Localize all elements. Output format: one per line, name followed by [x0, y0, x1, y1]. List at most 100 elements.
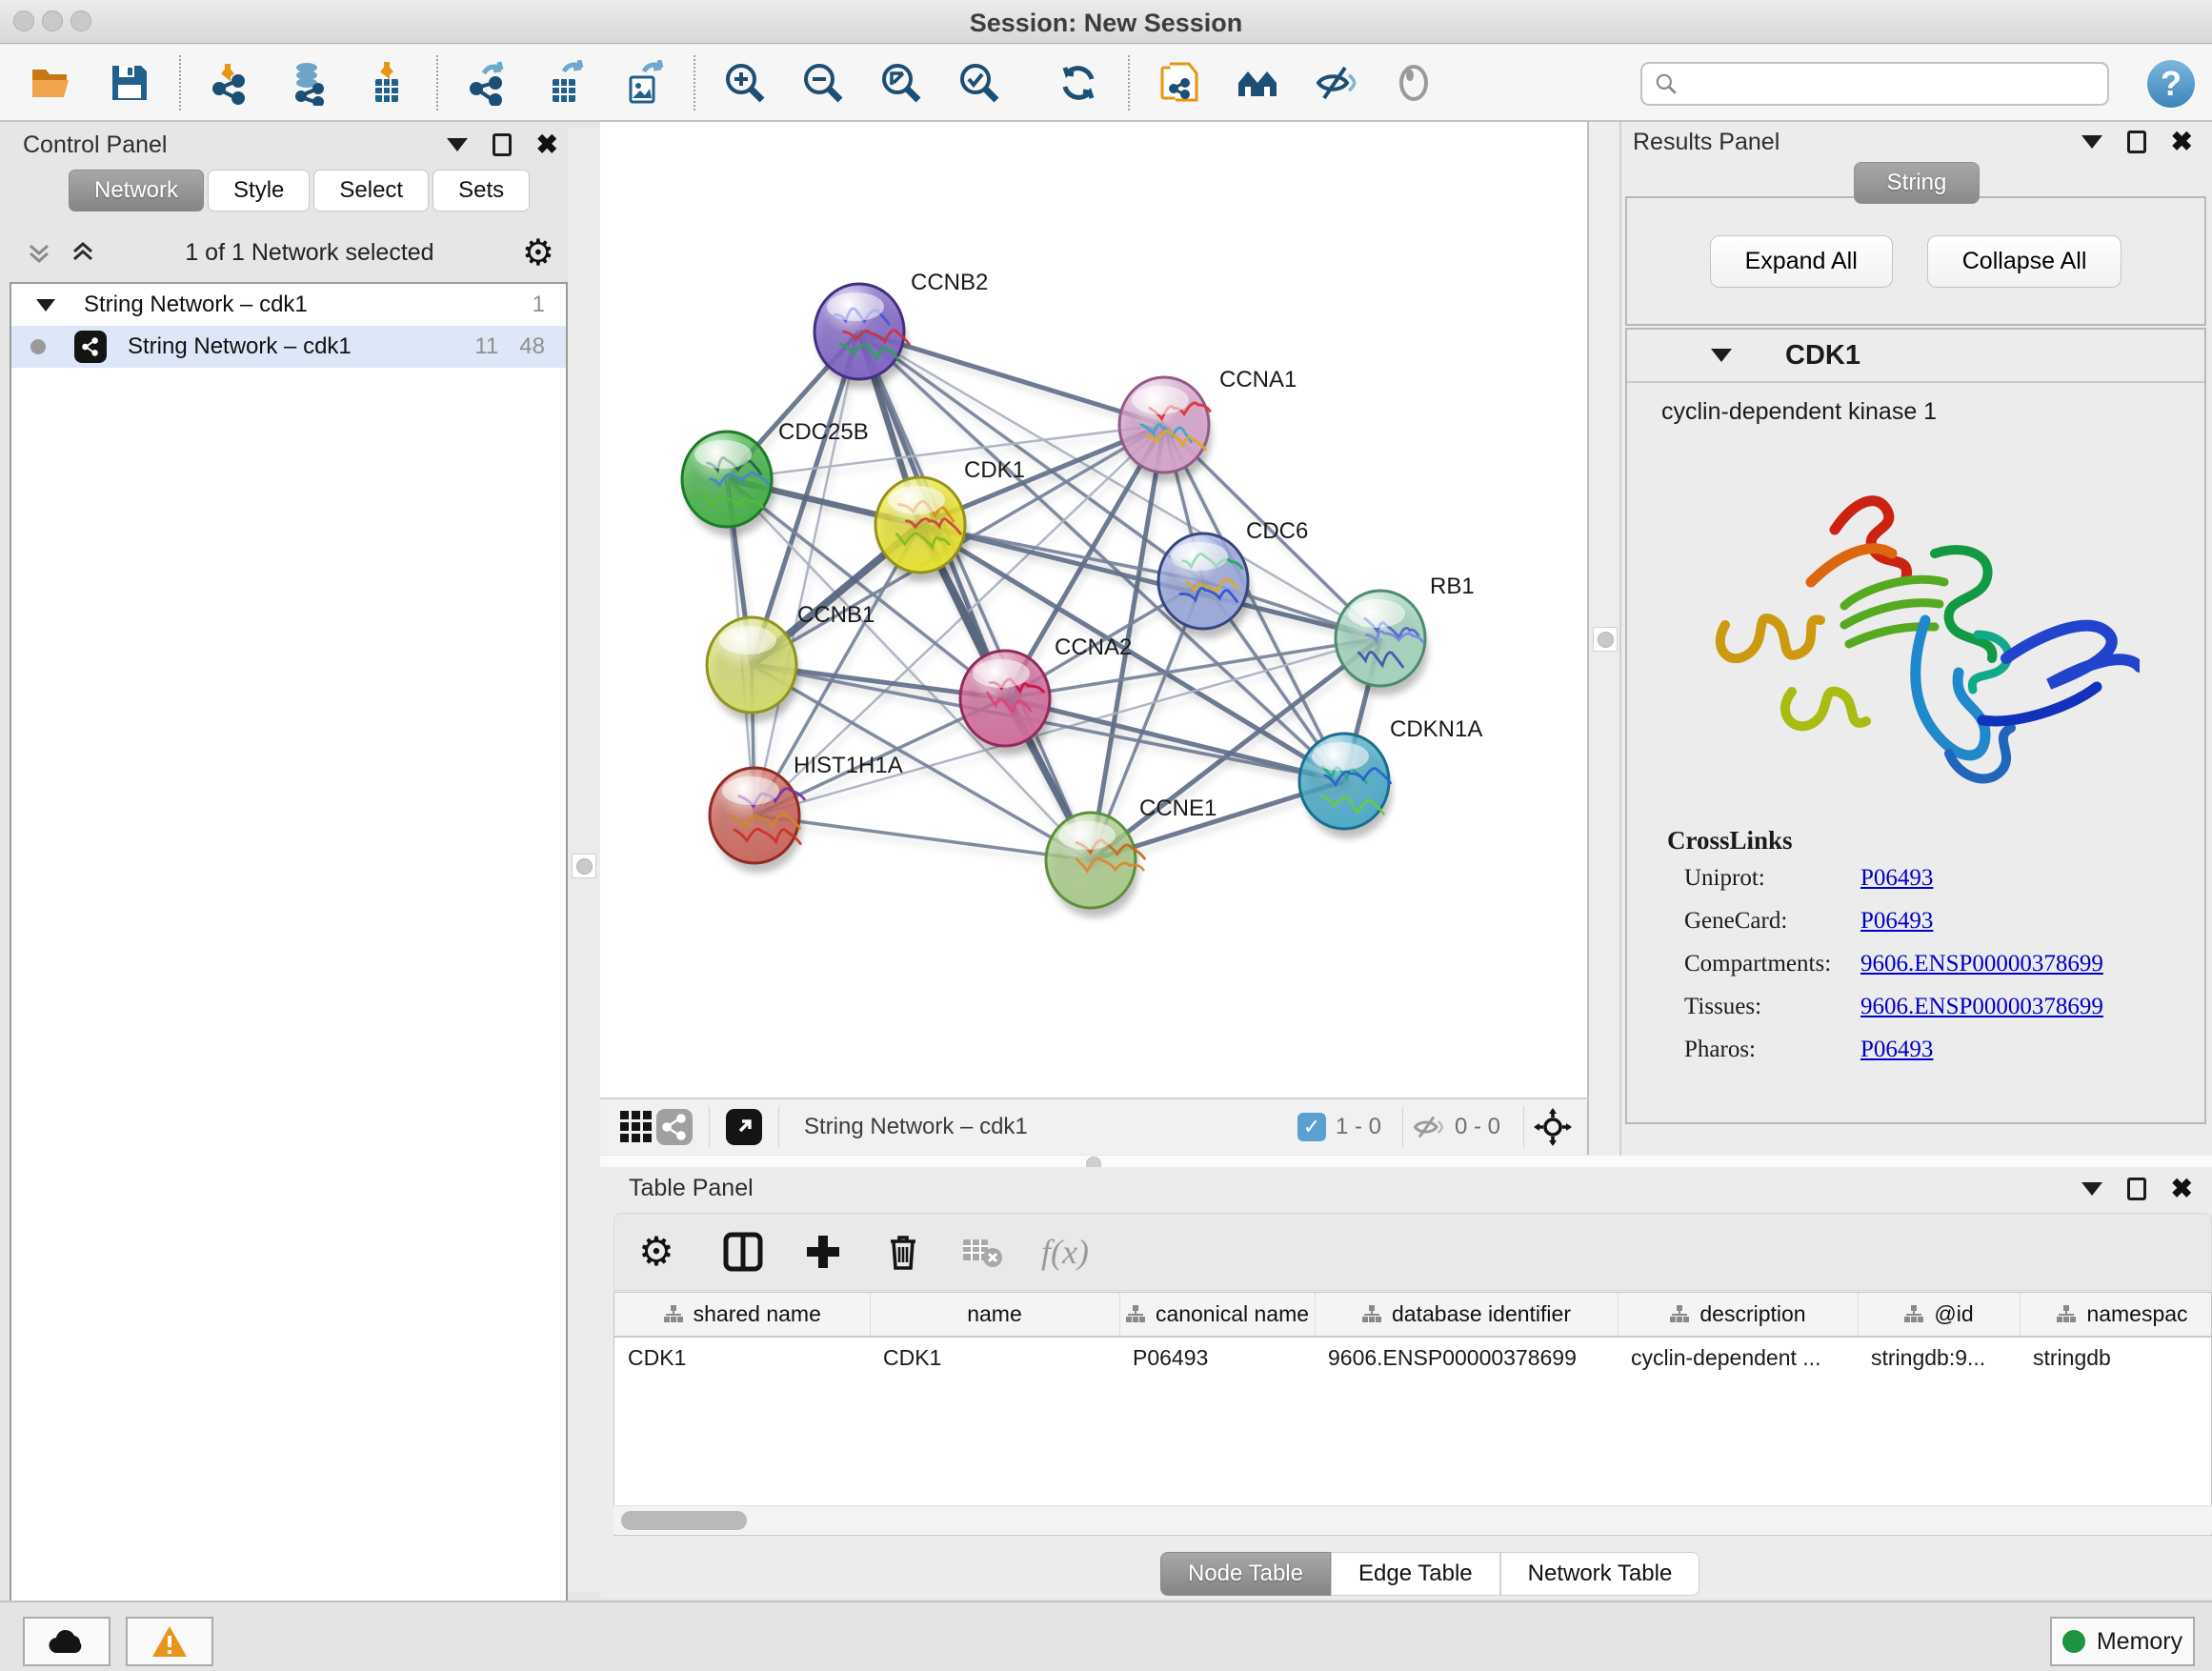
tab-network-table[interactable]: Network Table: [1500, 1552, 1700, 1596]
column-header[interactable]: shared name: [614, 1293, 870, 1337]
memory-button[interactable]: Memory: [2050, 1617, 2195, 1666]
node-CDKN1A[interactable]: CDKN1A: [1299, 716, 1482, 838]
tab-sets[interactable]: Sets: [432, 170, 530, 211]
add-column-icon[interactable]: [801, 1230, 845, 1274]
close-panel-icon[interactable]: ✖: [2171, 129, 2193, 155]
float-panel-icon[interactable]: [2127, 131, 2146, 153]
delete-column-icon[interactable]: [881, 1230, 925, 1274]
column-header[interactable]: canonical name: [1119, 1293, 1315, 1337]
network-collection-row[interactable]: String Network – cdk1 1: [11, 284, 566, 326]
zoom-fit-button[interactable]: [876, 58, 926, 108]
panel-menu-icon[interactable]: [2081, 1182, 2102, 1196]
close-panel-icon[interactable]: ✖: [2171, 1176, 2193, 1202]
crosslink-link[interactable]: P06493: [1860, 865, 1933, 892]
float-panel-icon[interactable]: [2127, 1178, 2146, 1200]
fullscreen-view-icon[interactable]: [725, 1108, 763, 1146]
expand-all-button[interactable]: Expand All: [1710, 235, 1893, 288]
zoom-out-button[interactable]: [798, 58, 848, 108]
delete-table-icon[interactable]: [961, 1230, 1005, 1274]
expand-all-icon[interactable]: [69, 238, 97, 267]
table-options-gear-icon[interactable]: ⚙: [641, 1230, 685, 1274]
panel-menu-icon[interactable]: [2081, 135, 2102, 149]
horizontal-scrollbar[interactable]: [613, 1505, 2212, 1534]
cell-name[interactable]: CDK1: [870, 1337, 1119, 1379]
network-share-view-icon[interactable]: [655, 1108, 694, 1146]
crosslink-link[interactable]: P06493: [1860, 1037, 1933, 1063]
zoom-selected-button[interactable]: [955, 58, 1004, 108]
help-button[interactable]: ?: [2147, 60, 2195, 108]
splitter-handle[interactable]: [1593, 627, 1618, 652]
cell-description[interactable]: cyclin-dependent ...: [1618, 1337, 1858, 1379]
crosslink-link[interactable]: P06493: [1860, 908, 1933, 935]
tab-edge-table[interactable]: Edge Table: [1331, 1552, 1500, 1596]
panel-menu-icon[interactable]: [447, 138, 468, 151]
tab-network[interactable]: Network: [69, 170, 204, 211]
import-network-from-database-button[interactable]: [284, 58, 333, 108]
birdseye-crosshair-icon[interactable]: [1534, 1108, 1572, 1146]
home-button[interactable]: [1233, 58, 1282, 108]
close-panel-icon[interactable]: ✖: [536, 131, 558, 158]
cell-id[interactable]: stringdb:9...: [1858, 1337, 2020, 1379]
node-table[interactable]: shared name name canonical name database…: [613, 1292, 2212, 1536]
left-splitter[interactable]: [568, 128, 600, 1593]
window-title: Session: New Session: [0, 9, 2212, 38]
node-RB1[interactable]: RB1: [1336, 574, 1475, 695]
crosslinks-heading: CrossLinks: [1667, 826, 2204, 856]
column-header[interactable]: database identifier: [1315, 1293, 1618, 1337]
tab-string[interactable]: String: [1854, 162, 1981, 204]
edge-HIST1H1A-CCNE1[interactable]: [754, 815, 1091, 860]
crosslink-link[interactable]: 9606.ENSP00000378699: [1860, 994, 2103, 1020]
scrollbar-thumb[interactable]: [621, 1511, 747, 1530]
export-image-button[interactable]: [619, 58, 669, 108]
tab-style[interactable]: Style: [208, 170, 310, 211]
column-header[interactable]: @id: [1858, 1293, 2020, 1337]
cell-database-identifier[interactable]: 9606.ENSP00000378699: [1315, 1337, 1618, 1379]
collapse-all-icon[interactable]: [25, 238, 53, 267]
collapse-all-button[interactable]: Collapse All: [1927, 235, 2122, 288]
tree-column-icon: [1903, 1304, 1924, 1325]
show-eye-button[interactable]: [1389, 58, 1438, 108]
node-CCNA1[interactable]: CCNA1: [1119, 367, 1297, 482]
network-options-gear-icon[interactable]: ⚙: [522, 234, 568, 271]
function-builder-icon[interactable]: f(x): [1041, 1232, 1089, 1272]
import-network-button[interactable]: [206, 58, 255, 108]
splitter-handle[interactable]: [572, 854, 596, 878]
cloud-status-button[interactable]: [23, 1617, 111, 1666]
cell-canonical-name[interactable]: P06493: [1119, 1337, 1315, 1379]
tab-node-table[interactable]: Node Table: [1160, 1552, 1331, 1596]
grid-view-icon[interactable]: [617, 1108, 655, 1146]
save-session-button[interactable]: [105, 58, 154, 108]
tab-select[interactable]: Select: [313, 170, 429, 211]
cell-namespace[interactable]: stringdb: [2020, 1337, 2212, 1379]
node-HIST1H1A[interactable]: HIST1H1A: [710, 753, 903, 873]
crosslink-link[interactable]: 9606.ENSP00000378699: [1860, 951, 2103, 977]
search-field[interactable]: [1640, 62, 2109, 106]
show-columns-icon[interactable]: [721, 1230, 765, 1274]
edge-CCNB2-CCNE1[interactable]: [859, 332, 1091, 860]
export-table-button[interactable]: [541, 58, 591, 108]
tree-expand-icon[interactable]: [36, 299, 55, 312]
hide-annotations-button[interactable]: [1311, 58, 1360, 108]
warnings-button[interactable]: [126, 1617, 213, 1666]
column-header[interactable]: namespac: [2020, 1293, 2212, 1337]
network-canvas[interactable]: CCNB2CCNA1CDC25BCDK1CDC6RB1CCNB1CCNA2CDK…: [600, 122, 1589, 1097]
network-row[interactable]: String Network – cdk1 11 48: [11, 326, 566, 368]
open-session-button[interactable]: [27, 58, 76, 108]
cell-shared-name[interactable]: CDK1: [614, 1337, 870, 1379]
zoom-in-button[interactable]: [720, 58, 770, 108]
column-header[interactable]: description: [1618, 1293, 1858, 1337]
right-splitter[interactable]: [1589, 122, 1621, 1156]
collapse-gene-icon[interactable]: [1711, 349, 1732, 362]
import-table-button[interactable]: [362, 58, 412, 108]
table-row[interactable]: CDK1 CDK1 P06493 9606.ENSP00000378699 cy…: [614, 1337, 2212, 1379]
export-network-button[interactable]: [463, 58, 513, 108]
gene-description: cyclin-dependent kinase 1: [1661, 398, 2204, 426]
column-header[interactable]: name: [870, 1293, 1119, 1337]
float-panel-icon[interactable]: [493, 133, 512, 156]
table-panel-title: Table Panel: [629, 1175, 2081, 1202]
selected-nodes-checkbox-icon[interactable]: ✓: [1297, 1113, 1326, 1141]
share-network-button[interactable]: [1155, 58, 1204, 108]
search-input[interactable]: [1686, 71, 2107, 97]
horizontal-splitter[interactable]: [600, 1156, 2212, 1167]
refresh-view-button[interactable]: [1054, 58, 1103, 108]
